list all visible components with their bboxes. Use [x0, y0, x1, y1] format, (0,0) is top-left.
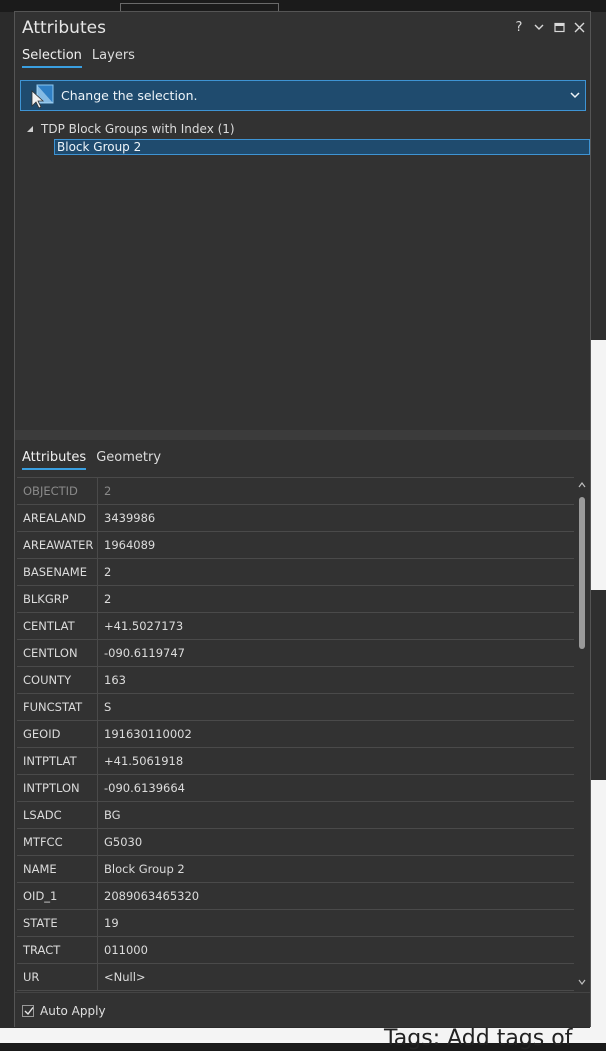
table-row[interactable]: TRACT 011000: [17, 937, 574, 964]
table-row[interactable]: AREAWATER 1964089: [17, 532, 574, 559]
field-name: FUNCSTAT: [17, 694, 98, 720]
title-bar: Attributes ?: [15, 12, 590, 46]
pane-footer: Auto Apply: [15, 992, 590, 1027]
field-value[interactable]: G5030: [98, 829, 142, 855]
field-name: CENTLON: [17, 640, 98, 666]
selection-tree: TDP Block Groups with Index (1) Block Gr…: [22, 120, 590, 155]
field-value: 2: [104, 484, 112, 498]
tree-layer-node[interactable]: TDP Block Groups with Index (1): [22, 120, 590, 138]
field-name: CENTLAT: [17, 613, 98, 639]
field-name: COUNTY: [17, 667, 98, 693]
attribute-grid: OBJECTID 2 AREALAND 3439986 AREAWATER 19640…: [17, 477, 574, 991]
collapse-triangle-icon[interactable]: [25, 124, 35, 134]
field-value[interactable]: 2089063465320: [98, 883, 199, 909]
field-value[interactable]: Block Group 2: [98, 856, 185, 882]
field-value[interactable]: +41.5027173: [98, 613, 183, 639]
scroll-down-icon[interactable]: [578, 978, 586, 986]
table-row[interactable]: OBJECTID 2: [17, 478, 574, 505]
auto-apply-label[interactable]: Auto Apply: [40, 1004, 106, 1018]
table-row[interactable]: NAME Block Group 2: [17, 856, 574, 883]
field-value[interactable]: 1964089: [98, 532, 155, 558]
background-tags-text: Tags: Add tags of: [384, 1026, 573, 1051]
maximize-icon[interactable]: [552, 19, 566, 35]
field-name: INTPTLON: [17, 775, 98, 801]
field-value[interactable]: 3439986: [98, 505, 155, 531]
field-name: STATE: [17, 910, 98, 936]
field-name: OID_1: [17, 883, 98, 909]
field-name: INTPTLAT: [17, 748, 98, 774]
pane-splitter[interactable]: [15, 430, 590, 440]
field-name: MTFCC: [17, 829, 98, 855]
field-value[interactable]: -090.6119747: [98, 640, 185, 666]
table-row[interactable]: BASENAME 2: [17, 559, 574, 586]
field-name: NAME: [17, 856, 98, 882]
field-name: LSADC: [17, 802, 98, 828]
change-selection-dropdown[interactable]: Change the selection.: [20, 80, 586, 111]
field-value[interactable]: +41.5061918: [98, 748, 183, 774]
tab-geometry[interactable]: Geometry: [96, 450, 161, 470]
tab-layers[interactable]: Layers: [92, 48, 135, 68]
table-row[interactable]: GEOID 191630110002: [17, 721, 574, 748]
attribute-scrollbar[interactable]: [576, 477, 588, 990]
help-icon[interactable]: ?: [512, 19, 526, 35]
field-name: TRACT: [17, 937, 98, 963]
pane-title: Attributes: [22, 18, 106, 38]
scrollbar-thumb[interactable]: [579, 497, 585, 649]
background-white-area-lower: [590, 780, 606, 1043]
chevron-down-icon: [570, 92, 580, 99]
tab-attributes[interactable]: Attributes: [22, 450, 87, 470]
background-white-area: [590, 340, 606, 590]
field-value[interactable]: S: [98, 694, 111, 720]
field-value[interactable]: 191630110002: [98, 721, 192, 747]
table-row[interactable]: INTPTLON -090.6139664: [17, 775, 574, 802]
top-tabs: Selection Layers: [22, 48, 135, 68]
bottom-tabs: Attributes Geometry: [22, 450, 161, 470]
field-name: BASENAME: [17, 559, 98, 585]
table-row[interactable]: INTPTLAT +41.5061918: [17, 748, 574, 775]
window-controls: ?: [512, 19, 586, 35]
table-row[interactable]: FUNCSTAT S: [17, 694, 574, 721]
field-value[interactable]: -090.6139664: [98, 775, 185, 801]
field-name: GEOID: [17, 721, 98, 747]
table-row[interactable]: COUNTY 163: [17, 667, 574, 694]
table-row[interactable]: OID_1 2089063465320: [17, 883, 574, 910]
field-value[interactable]: 2: [98, 586, 111, 612]
field-value[interactable]: 163: [98, 667, 126, 693]
auto-apply-checkbox[interactable]: [22, 1005, 34, 1017]
field-value[interactable]: 011000: [98, 937, 148, 963]
tree-layer-label: TDP Block Groups with Index (1): [41, 122, 235, 136]
table-row[interactable]: CENTLON -090.6119747: [17, 640, 574, 667]
table-row[interactable]: AREALAND 3439986: [17, 505, 574, 532]
field-value[interactable]: 19: [98, 910, 119, 936]
change-selection-label: Change the selection.: [61, 88, 198, 103]
table-row[interactable]: BLKGRP 2: [17, 586, 574, 613]
field-value[interactable]: BG: [98, 802, 121, 828]
close-icon[interactable]: [572, 19, 586, 35]
field-name: AREALAND: [17, 505, 98, 531]
table-row[interactable]: UR <Null>: [17, 964, 574, 991]
field-name: BLKGRP: [17, 586, 98, 612]
tree-feature-node[interactable]: Block Group 2: [54, 139, 590, 155]
field-name: OBJECTID: [17, 478, 98, 504]
select-cursor-icon: [31, 84, 54, 109]
dropdown-icon[interactable]: [532, 19, 546, 35]
scroll-up-icon[interactable]: [578, 481, 586, 489]
tab-selection[interactable]: Selection: [22, 48, 82, 68]
table-row[interactable]: MTFCC G5030: [17, 829, 574, 856]
field-value[interactable]: 2: [98, 559, 111, 585]
field-name: UR: [17, 964, 98, 990]
field-name: AREAWATER: [17, 532, 98, 558]
table-row[interactable]: STATE 19: [17, 910, 574, 937]
field-value[interactable]: <Null>: [98, 964, 146, 990]
table-row[interactable]: CENTLAT +41.5027173: [17, 613, 574, 640]
table-row[interactable]: LSADC BG: [17, 802, 574, 829]
attributes-pane: Attributes ? Selection Layers Change the…: [14, 11, 591, 1027]
checkmark-icon: [24, 1007, 34, 1016]
